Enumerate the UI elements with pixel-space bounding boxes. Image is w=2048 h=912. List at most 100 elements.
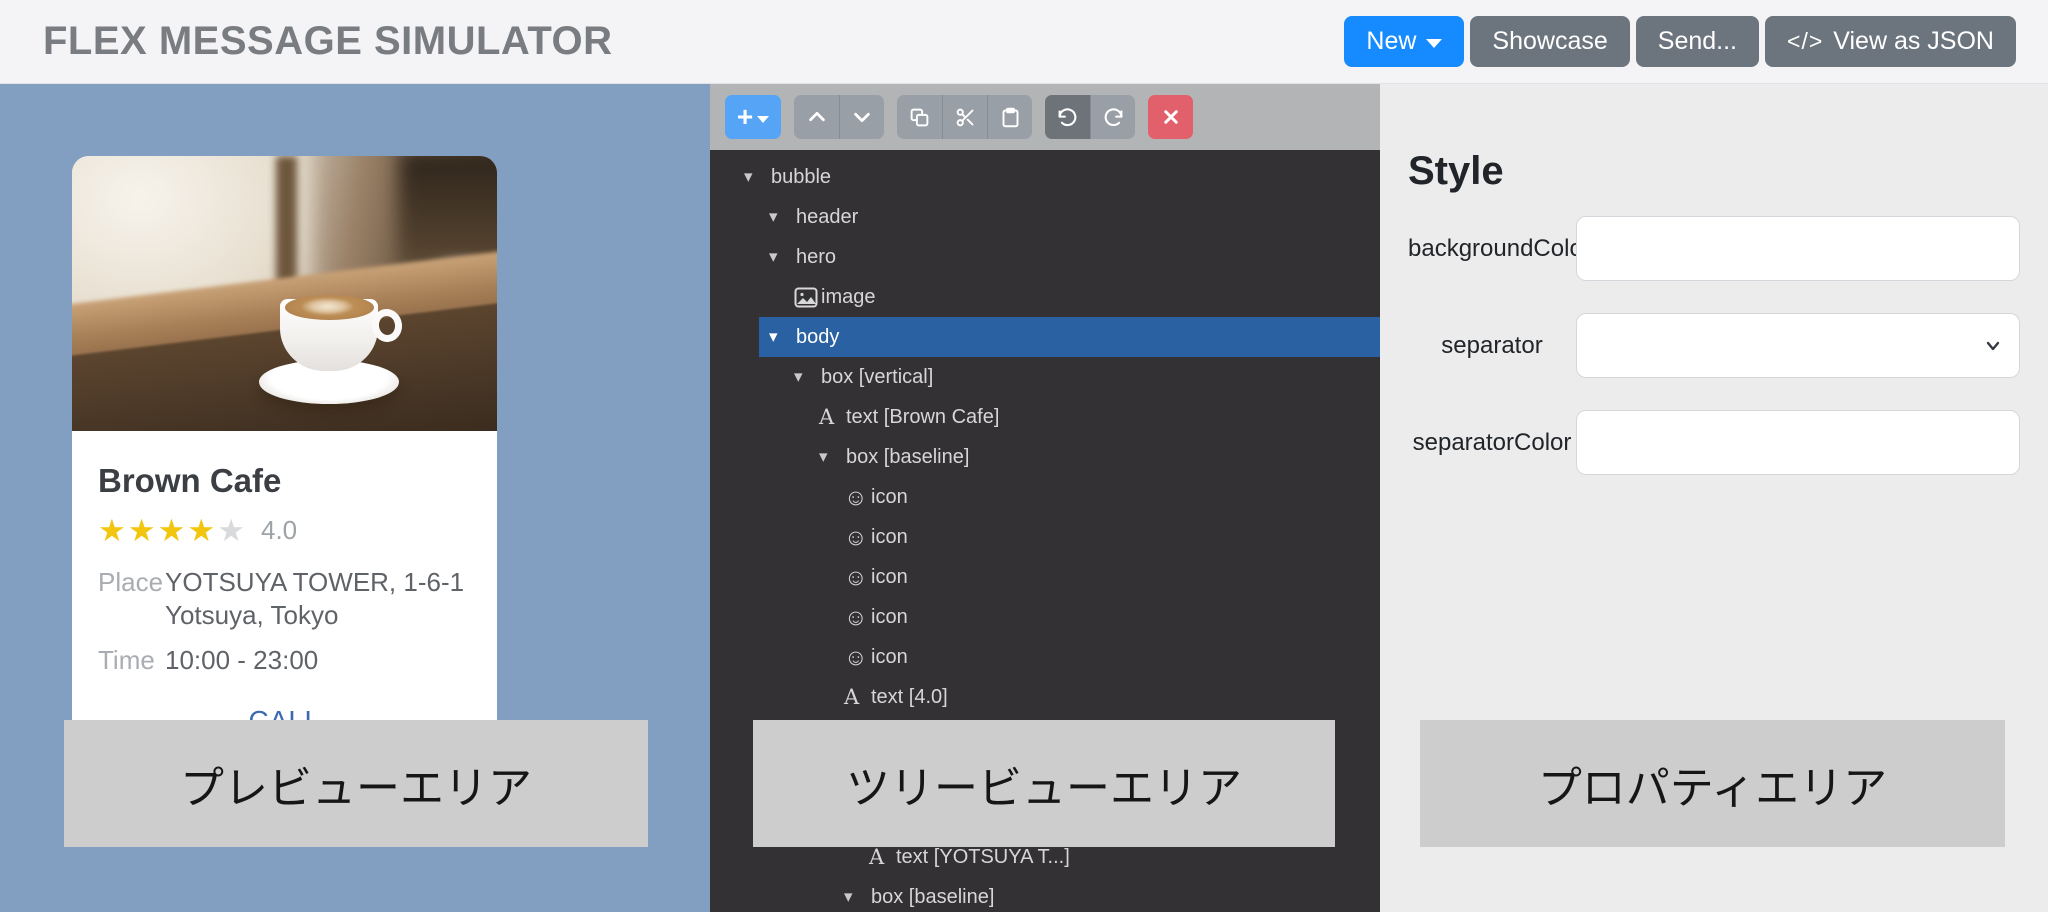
paste-button[interactable] [987, 95, 1032, 139]
move-up-button[interactable] [794, 95, 839, 139]
expand-arrow-icon: ▾ [819, 447, 846, 467]
tree-node-label: text [4.0] [871, 686, 948, 709]
time-label: Time [98, 644, 165, 677]
tree-node-bubble[interactable]: ▾bubble [734, 157, 1380, 197]
hero-image [72, 156, 497, 431]
undo-icon [1057, 107, 1078, 128]
redo-button[interactable] [1090, 95, 1135, 139]
smiley-icon: ☺ [844, 524, 871, 551]
history-group [1045, 95, 1135, 139]
tree-node-hero[interactable]: ▾hero [759, 237, 1380, 277]
send-button[interactable]: Send... [1636, 16, 1759, 67]
tree-node-header[interactable]: ▾header [759, 197, 1380, 237]
new-button[interactable]: New [1344, 16, 1464, 67]
place-row: Place YOTSUYA TOWER, 1-6-1 Yotsuya, Toky… [98, 566, 471, 632]
separator-color-label: separatorColor [1408, 429, 1576, 457]
expand-arrow-icon: ▾ [769, 327, 796, 347]
view-as-json-button[interactable]: </> View as JSON [1765, 16, 2016, 67]
tree-node-label: box [baseline] [871, 886, 994, 909]
tree-node-label: box [baseline] [846, 446, 969, 469]
cut-button[interactable] [942, 95, 987, 139]
showcase-button-label: Showcase [1492, 27, 1607, 56]
new-button-label: New [1366, 27, 1416, 56]
style-heading: Style [1408, 148, 2020, 194]
background-color-input[interactable] [1576, 216, 2020, 281]
expand-arrow-icon: ▾ [744, 167, 771, 187]
star-filled-icon: ★ [158, 513, 188, 548]
text-icon: A [819, 405, 846, 429]
star-filled-icon: ★ [98, 513, 128, 548]
copy-icon [909, 107, 930, 128]
tree-node-text-brown-cafe[interactable]: Atext [Brown Cafe] [809, 397, 1380, 437]
tree-node-label: text [YOTSUYA T...] [896, 846, 1070, 869]
paste-icon [1000, 107, 1021, 128]
separator-select[interactable] [1576, 313, 2020, 378]
copy-button[interactable] [897, 95, 942, 139]
expand-arrow-icon: ▾ [844, 887, 871, 907]
delete-node-button[interactable] [1148, 95, 1193, 139]
send-button-label: Send... [1658, 27, 1737, 56]
place-label: Place [98, 566, 165, 632]
card-fields: Place YOTSUYA TOWER, 1-6-1 Yotsuya, Toky… [98, 566, 471, 677]
showcase-button[interactable]: Showcase [1470, 16, 1629, 67]
expand-arrow-icon: ▾ [769, 247, 796, 267]
redo-icon [1103, 107, 1124, 128]
tree-node-icon[interactable]: ☺icon [834, 597, 1380, 637]
tree-node-body[interactable]: ▾body [759, 317, 1380, 357]
view-as-json-label: View as JSON [1833, 27, 1994, 56]
tree-node-icon[interactable]: ☺icon [834, 557, 1380, 597]
app-header: FLEX MESSAGE SIMULATOR New Showcase Send… [0, 0, 2048, 84]
separator-color-input[interactable] [1576, 410, 2020, 475]
separator-label: separator [1408, 332, 1576, 360]
place-value: YOTSUYA TOWER, 1-6-1 Yotsuya, Tokyo [165, 566, 471, 632]
tree-node-label: image [821, 286, 875, 309]
star-empty-icon: ★ [217, 513, 247, 548]
tree-panel: + [710, 84, 1380, 912]
move-group [794, 95, 884, 139]
undo-button[interactable] [1045, 95, 1090, 139]
chevron-up-icon [806, 106, 828, 128]
star-rating: ★★★★★ [98, 516, 247, 546]
move-down-button[interactable] [839, 95, 884, 139]
time-row: Time 10:00 - 23:00 [98, 644, 471, 677]
card-title: Brown Cafe [98, 461, 471, 501]
background-color-row: backgroundColor [1408, 216, 2020, 281]
preview-panel: Brown Cafe ★★★★★ 4.0 Place YOTSUYA TOWER… [0, 84, 710, 912]
tree-node-icon[interactable]: ☺icon [834, 517, 1380, 557]
tree-node-icon[interactable]: ☺icon [834, 477, 1380, 517]
rating-row: ★★★★★ 4.0 [98, 515, 471, 546]
tree-node-text-4.0[interactable]: Atext [4.0] [834, 677, 1380, 717]
star-filled-icon: ★ [187, 513, 217, 548]
separator-color-row: separatorColor [1408, 410, 2020, 475]
tree-node-box-baseline[interactable]: ▾box [baseline] [809, 437, 1380, 477]
tree-node-icon[interactable]: ☺icon [834, 637, 1380, 677]
tree-node-image[interactable]: image [784, 277, 1380, 317]
background-color-label: backgroundColor [1408, 235, 1576, 263]
chevron-down-icon [1983, 336, 2003, 356]
tree-node-label: icon [871, 566, 908, 589]
time-value: 10:00 - 23:00 [165, 644, 318, 677]
add-node-button[interactable]: + [725, 95, 781, 139]
chevron-down-icon [851, 106, 873, 128]
star-filled-icon: ★ [128, 513, 158, 548]
tree-node-label: body [796, 326, 839, 349]
tree-node-box-baseline[interactable]: ▾box [baseline] [834, 877, 1380, 912]
tree-node-label: bubble [771, 166, 831, 189]
tree-overlay-label: ツリービューエリア [753, 720, 1335, 847]
app-title: FLEX MESSAGE SIMULATOR [43, 19, 613, 64]
plus-icon: + [737, 103, 753, 131]
preview-overlay-label: プレビューエリア [64, 720, 648, 847]
card-body: Brown Cafe ★★★★★ 4.0 Place YOTSUYA TOWER… [72, 431, 497, 737]
tree-node-label: icon [871, 526, 908, 549]
tree-node-label: icon [871, 486, 908, 509]
code-icon: </> [1787, 28, 1823, 55]
rating-value: 4.0 [261, 515, 297, 546]
tree-node-label: hero [796, 246, 836, 269]
expand-arrow-icon: ▾ [769, 207, 796, 227]
tree-toolbar: + [710, 84, 1380, 150]
tree-node-label: icon [871, 606, 908, 629]
tree-node-label: header [796, 206, 858, 229]
smiley-icon: ☺ [844, 644, 871, 671]
tree-node-label: text [Brown Cafe] [846, 406, 999, 429]
tree-node-box-vertical[interactable]: ▾box [vertical] [784, 357, 1380, 397]
